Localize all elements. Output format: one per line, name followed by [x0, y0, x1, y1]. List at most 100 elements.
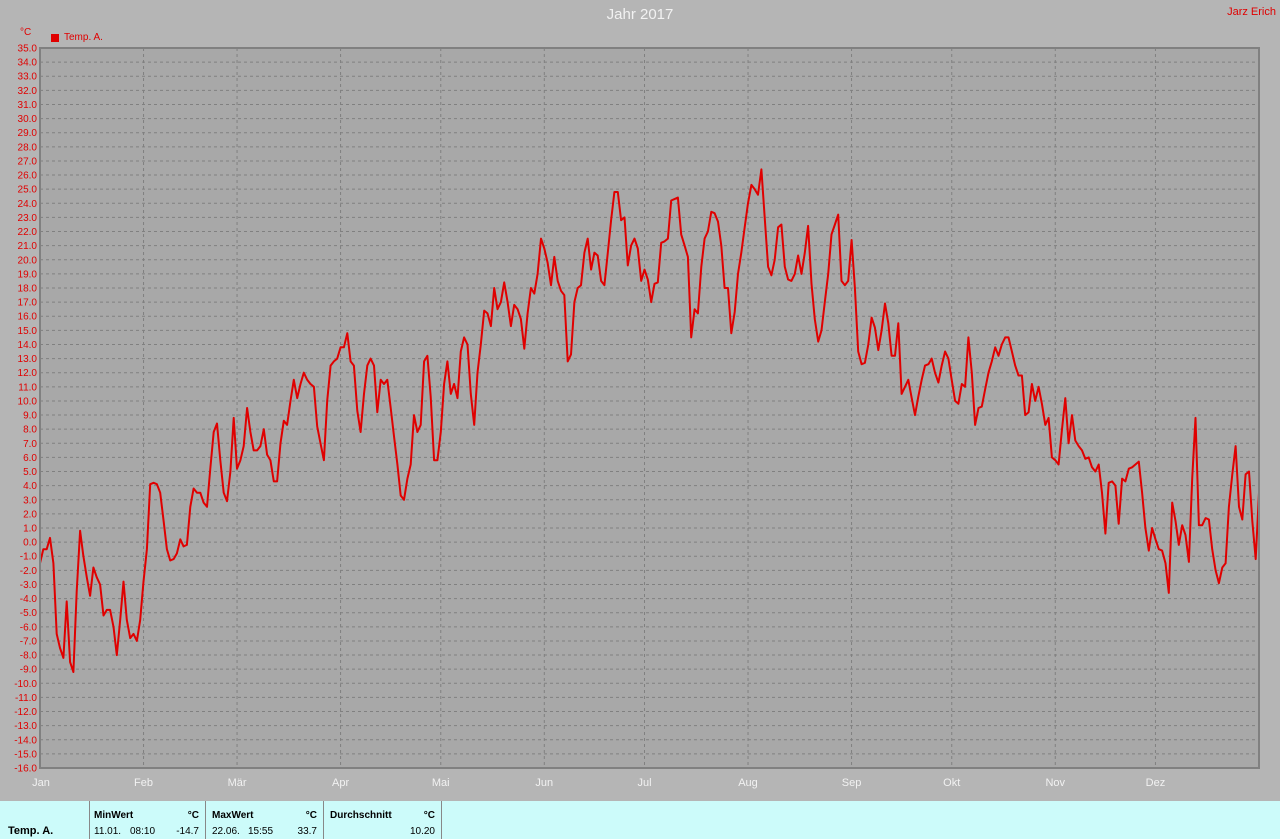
data-point — [810, 283, 813, 285]
data-point — [179, 538, 181, 540]
author-label: Jarz Erich — [1227, 6, 1276, 18]
data-point — [817, 341, 819, 343]
y-tick-label: 9.0 — [23, 411, 37, 422]
y-tick-label: -11.0 — [15, 693, 37, 704]
data-point — [860, 363, 863, 365]
legend-label: Temp. A. — [64, 32, 103, 43]
data-point — [486, 312, 489, 315]
data-point — [1051, 456, 1053, 459]
data-point — [1031, 383, 1033, 385]
data-point — [49, 537, 51, 539]
data-point — [473, 424, 475, 426]
y-tick-label: 2.0 — [23, 509, 37, 520]
data-point — [370, 357, 372, 360]
data-point — [506, 301, 509, 303]
data-point — [947, 357, 950, 360]
data-point — [1201, 524, 1203, 526]
data-point — [964, 386, 966, 388]
data-point — [1231, 473, 1233, 475]
data-point — [537, 273, 539, 275]
data-point — [460, 350, 462, 353]
y-tick-label: 34.0 — [18, 58, 38, 69]
data-point — [754, 188, 756, 190]
data-point — [834, 223, 836, 226]
data-point — [633, 237, 636, 240]
data-point — [724, 287, 726, 289]
data-point — [119, 619, 121, 621]
x-tick-label: Nov — [1045, 777, 1065, 789]
data-point — [1044, 424, 1046, 426]
data-point — [704, 237, 706, 240]
data-point — [493, 287, 495, 289]
stats-max-cell: MaxWert °C 22.06. 15:55 33.7 — [206, 801, 324, 839]
stats-avg-unit: °C — [423, 810, 435, 821]
data-point — [453, 383, 455, 385]
data-point — [1121, 477, 1123, 480]
data-point — [984, 389, 986, 391]
data-point — [142, 581, 145, 583]
x-tick-label: Mai — [432, 777, 450, 789]
data-point — [363, 393, 365, 395]
data-point — [1037, 386, 1040, 388]
data-point — [610, 219, 612, 221]
stats-max-time: 15:55 — [248, 826, 274, 837]
data-point — [587, 237, 589, 240]
data-point — [306, 379, 308, 381]
y-tick-label: 26.0 — [18, 171, 38, 182]
y-tick-label: 15.0 — [18, 326, 38, 337]
y-tick-label: -9.0 — [20, 665, 38, 676]
data-point — [1091, 466, 1093, 468]
data-point — [62, 657, 64, 659]
data-point — [209, 468, 211, 470]
data-point — [770, 274, 773, 276]
data-point — [523, 348, 525, 350]
data-point — [420, 424, 422, 426]
data-point — [623, 216, 626, 219]
data-point — [189, 506, 191, 508]
data-point — [223, 492, 225, 494]
data-point — [897, 322, 899, 324]
data-point — [1014, 365, 1016, 367]
data-point — [1184, 534, 1187, 536]
data-point — [1098, 463, 1100, 466]
data-point — [410, 463, 412, 466]
data-point — [129, 637, 131, 639]
data-point — [92, 566, 95, 569]
y-tick-label: 28.0 — [18, 142, 38, 153]
data-point — [687, 256, 689, 258]
data-point — [52, 562, 54, 564]
data-point — [653, 283, 656, 285]
y-tick-label: 19.0 — [18, 269, 38, 280]
data-point — [503, 281, 505, 283]
data-point — [283, 420, 285, 422]
data-point — [1214, 569, 1217, 571]
y-tick-label: -5.0 — [20, 608, 38, 619]
y-tick-label: 14.0 — [18, 340, 38, 351]
y-tick-label: 7.0 — [23, 439, 37, 450]
data-point — [1024, 414, 1026, 416]
data-point — [1158, 548, 1160, 550]
data-point — [1154, 538, 1157, 540]
data-point — [360, 431, 362, 433]
data-point — [196, 492, 198, 494]
data-point — [563, 294, 565, 296]
data-point — [276, 480, 278, 483]
data-point — [974, 424, 976, 426]
y-tick-label: 27.0 — [18, 156, 38, 167]
data-point — [490, 325, 492, 327]
data-point — [573, 301, 575, 303]
data-point — [717, 221, 719, 223]
data-point — [593, 252, 595, 254]
y-tick-label: -12.0 — [14, 707, 37, 718]
data-point — [86, 576, 88, 579]
y-tick-label: 35.0 — [18, 44, 38, 55]
data-point — [266, 453, 268, 456]
data-point — [580, 284, 582, 286]
data-point — [1027, 411, 1030, 413]
data-point — [263, 428, 265, 430]
data-point — [199, 492, 201, 494]
data-point — [784, 266, 786, 268]
data-point — [243, 445, 245, 447]
data-point — [1004, 336, 1006, 339]
data-point — [550, 284, 552, 286]
